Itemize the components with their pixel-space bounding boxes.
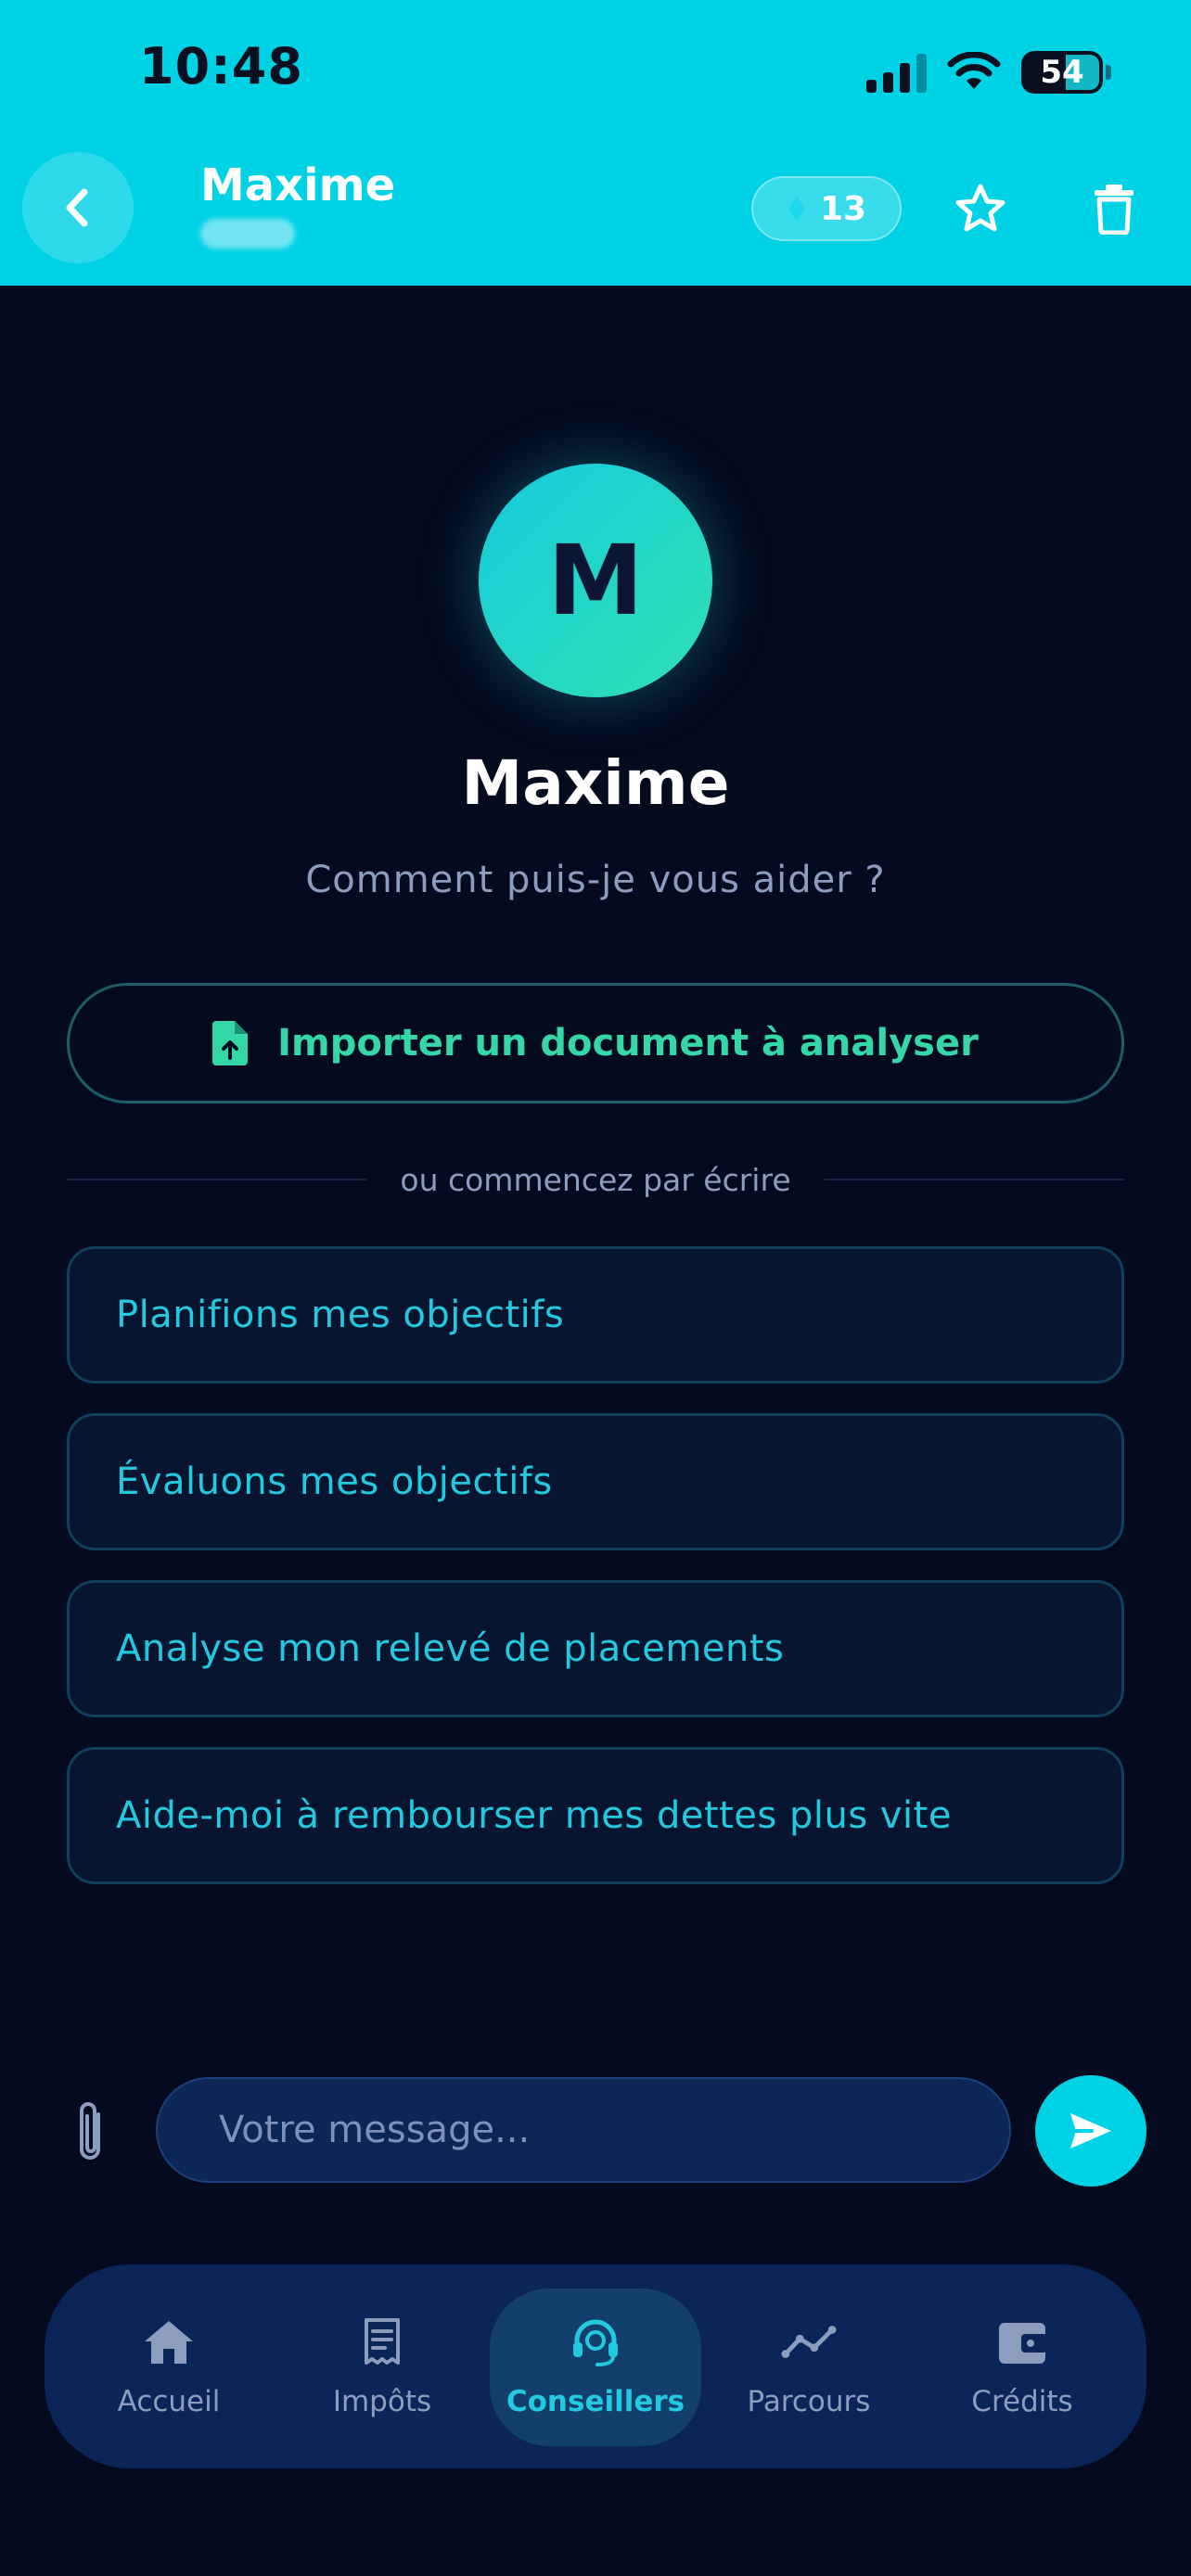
nav-item-parcours[interactable]: Parcours: [703, 2289, 915, 2446]
wallet-icon: [999, 2323, 1047, 2364]
hero-advisor-name: Maxime: [461, 747, 730, 819]
status-icons: 54: [866, 45, 1111, 100]
suggestion-button[interactable]: Évaluons mes objectifs: [67, 1413, 1124, 1550]
home-icon: [145, 2321, 193, 2364]
nav-item-impots[interactable]: Impôts: [276, 2289, 488, 2446]
file-upload-icon: [212, 1021, 249, 1065]
send-icon: [1070, 2113, 1111, 2149]
credits-badge[interactable]: 13: [751, 176, 902, 241]
bottom-navigation: Accueil Impôts Conseillers Parcours Créd…: [45, 2264, 1146, 2468]
chevron-left-icon: [66, 188, 88, 227]
divider: ou commencez par écrire: [67, 1159, 1124, 1200]
import-document-button[interactable]: Importer un document à analyser: [67, 983, 1124, 1103]
nav-item-conseillers[interactable]: Conseillers: [490, 2289, 701, 2446]
paperclip-icon: [80, 2102, 100, 2160]
nav-label: Impôts: [332, 2385, 432, 2418]
advisor-subtitle-blurred: [200, 219, 295, 249]
star-icon: [955, 184, 1005, 232]
suggestion-label: Analyse mon relevé de placements: [116, 1627, 785, 1670]
advisor-name: Maxime: [200, 159, 396, 211]
status-time: 10:48: [139, 37, 303, 96]
hero-subtitle: Comment puis-je vous aider ?: [305, 859, 886, 901]
wifi-icon: [947, 52, 1001, 89]
suggestion-button[interactable]: Aide-moi à rembourser mes dettes plus vi…: [67, 1747, 1124, 1884]
import-document-label: Importer un document à analyser: [277, 1022, 979, 1065]
battery-level: 54: [1040, 54, 1084, 91]
nav-label: Crédits: [971, 2385, 1073, 2418]
suggestion-button[interactable]: Analyse mon relevé de placements: [67, 1580, 1124, 1717]
suggestion-label: Évaluons mes objectifs: [116, 1460, 553, 1503]
headset-icon: [573, 2319, 618, 2366]
delete-button[interactable]: [1082, 174, 1146, 243]
nav-item-accueil[interactable]: Accueil: [63, 2289, 275, 2446]
favorite-button[interactable]: [948, 176, 1013, 241]
battery-icon: 54: [1021, 51, 1111, 94]
app-header: 10:48 54 Maxime 13: [0, 0, 1191, 286]
divider-label: ou commencez par écrire: [400, 1161, 791, 1198]
nav-label: Accueil: [117, 2385, 221, 2418]
nav-item-credits[interactable]: Crédits: [916, 2289, 1128, 2446]
send-button[interactable]: [1035, 2075, 1146, 2187]
nav-label: Conseillers: [506, 2385, 685, 2418]
message-input[interactable]: [156, 2077, 1011, 2183]
receipt-icon: [365, 2318, 400, 2365]
trend-icon: [781, 2326, 837, 2358]
suggestion-label: Planifions mes objectifs: [116, 1294, 565, 1336]
nav-label: Parcours: [747, 2385, 871, 2418]
avatar-initial: M: [547, 524, 644, 637]
diamond-icon: [788, 197, 805, 221]
trash-icon: [1095, 185, 1133, 235]
attach-button[interactable]: [65, 2098, 117, 2168]
suggestion-button[interactable]: Planifions mes objectifs: [67, 1246, 1124, 1384]
credits-count: 13: [819, 189, 867, 228]
advisor-avatar: M: [479, 464, 712, 697]
suggestion-label: Aide-moi à rembourser mes dettes plus vi…: [116, 1794, 952, 1837]
chat-screen: 10:48 54 Maxime 13 M Maxime Comment puis…: [0, 0, 1191, 2576]
cellular-signal-icon: [866, 52, 927, 93]
back-button[interactable]: [22, 152, 134, 263]
